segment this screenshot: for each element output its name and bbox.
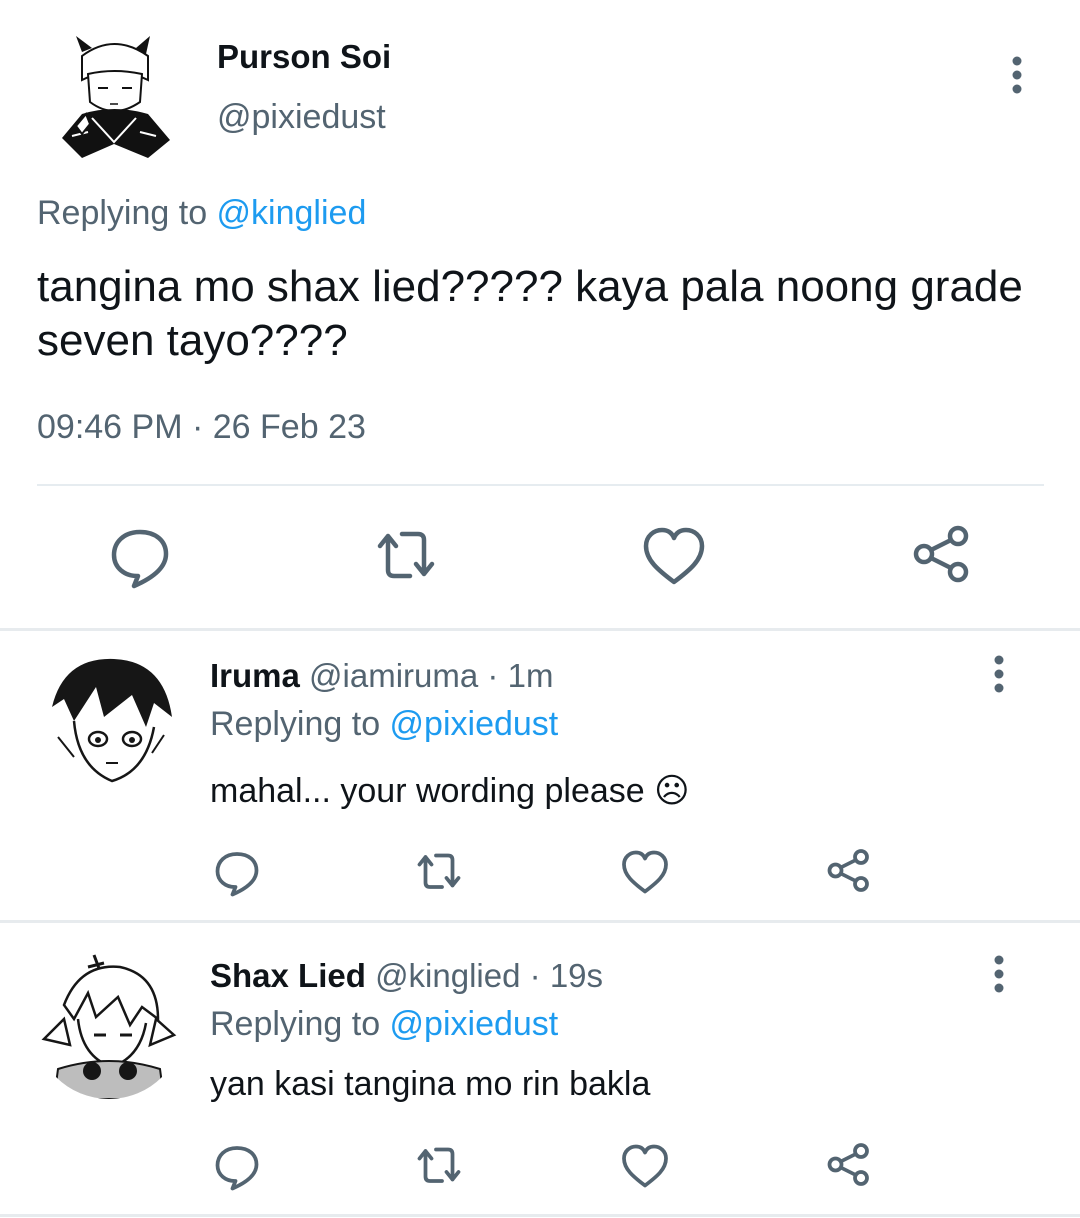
reply-tweet[interactable]: Shax Lied @kinglied · 19s Replying to @p… [0, 923, 1080, 1213]
tweet-text: tangina mo shax lied????? kaya pala noon… [37, 262, 1023, 365]
share-icon[interactable] [822, 845, 876, 899]
author-name[interactable]: Iruma [210, 657, 300, 694]
replying-to-link[interactable]: @pixiedust [390, 705, 559, 743]
more-vertical-icon[interactable] [1000, 56, 1034, 96]
reply-text: mahal... your wording please ☹ [210, 772, 690, 810]
reply-text: yan kasi tangina mo rin bakla [210, 1065, 651, 1103]
meta-separator: · [191, 408, 204, 446]
reply-icon[interactable] [210, 845, 264, 899]
tweet-timestamp: 09:46 PM · 26 Feb 23 [37, 408, 366, 447]
reply-tweet[interactable]: Iruma @iamiruma · 1m Replying to @pixied… [0, 631, 1080, 921]
replying-label: Replying to [37, 194, 217, 232]
like-icon[interactable] [618, 1139, 672, 1193]
retweet-icon[interactable] [370, 520, 442, 592]
author-handle[interactable]: @kinglied [375, 957, 520, 994]
main-tweet: Purson Soi @pixiedust Replying to @kingl… [0, 0, 1080, 628]
action-bar [0, 520, 1080, 600]
more-vertical-icon[interactable] [982, 955, 1016, 995]
like-icon[interactable] [618, 845, 672, 899]
tweet-date[interactable]: 26 Feb 23 [213, 408, 366, 446]
replying-to-link[interactable]: @pixiedust [390, 1005, 559, 1043]
tweet-thread: Purson Soi @pixiedust Replying to @kingl… [0, 0, 1080, 1218]
reply-header: Iruma @iamiruma · 1m [210, 657, 553, 695]
reply-icon[interactable] [104, 520, 176, 592]
avatar[interactable] [52, 34, 184, 166]
retweet-icon[interactable] [412, 845, 466, 899]
author-name[interactable]: Shax Lied [210, 957, 366, 994]
replying-to: Replying to @kinglied [37, 194, 366, 233]
tweet-time[interactable]: 09:46 PM [37, 408, 183, 446]
reply-age[interactable]: 19s [550, 957, 603, 994]
meta-separator: · [487, 657, 499, 694]
replying-to: Replying to @pixiedust [210, 705, 558, 744]
retweet-icon[interactable] [412, 1139, 466, 1193]
author-handle[interactable]: @iamiruma [309, 657, 478, 694]
meta-separator: · [529, 957, 541, 994]
reply-icon[interactable] [210, 1139, 264, 1193]
author-name[interactable]: Purson Soi [217, 38, 391, 76]
share-icon[interactable] [906, 520, 978, 592]
share-icon[interactable] [822, 1139, 876, 1193]
thread-divider [0, 1214, 1080, 1217]
like-icon[interactable] [638, 520, 710, 592]
divider [37, 484, 1044, 486]
author-handle[interactable]: @pixiedust [217, 98, 386, 137]
replying-label: Replying to [210, 705, 390, 743]
reply-header: Shax Lied @kinglied · 19s [210, 957, 603, 995]
more-vertical-icon[interactable] [982, 655, 1016, 695]
replying-to-link[interactable]: @kinglied [217, 194, 367, 232]
avatar[interactable] [34, 949, 184, 1099]
replying-label: Replying to [210, 1005, 390, 1043]
replying-to: Replying to @pixiedust [210, 1005, 558, 1044]
avatar[interactable] [34, 647, 184, 797]
reply-age[interactable]: 1m [508, 657, 554, 694]
